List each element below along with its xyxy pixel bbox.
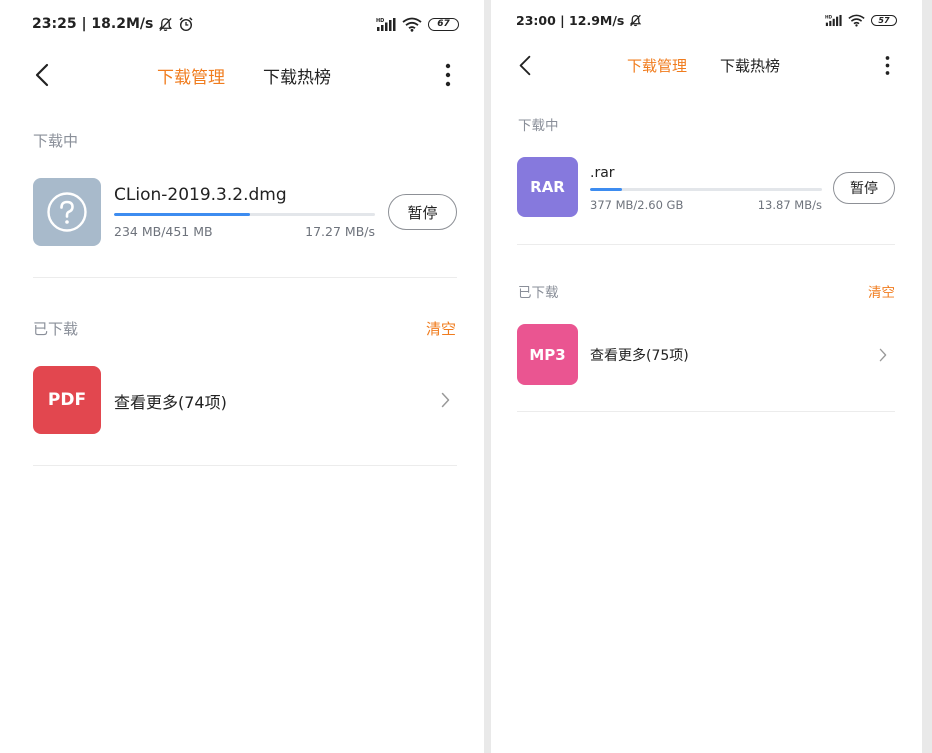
screenshot-pair: 23:25 | 18.2M/s HD 67 下载管理 下载热榜 下载中 CLio… (0, 0, 932, 753)
notification-off-icon (629, 14, 642, 27)
file-name: .rar (590, 165, 615, 181)
top-nav: 下载管理 下载热榜 (0, 52, 484, 98)
back-button[interactable] (28, 55, 56, 95)
divider (33, 277, 457, 278)
tab-download-ranking[interactable]: 下载热榜 (263, 63, 331, 88)
question-mark-icon (47, 192, 87, 232)
more-vertical-icon (445, 63, 451, 87)
rar-file-icon: RAR (517, 157, 578, 217)
notification-off-icon (158, 17, 173, 32)
view-more-label: 查看更多(75项) (590, 348, 689, 364)
status-time-speed: 23:25 | 18.2M/s (32, 16, 154, 32)
battery-level: 67 (437, 19, 450, 29)
section-downloaded-label: 已下载 (518, 285, 559, 301)
clear-button[interactable]: 清空 (426, 318, 456, 339)
view-more-downloaded-row[interactable]: MP3 查看更多(75项) (517, 324, 895, 385)
wifi-icon (402, 17, 422, 32)
chevron-left-icon (35, 63, 49, 87)
tab-download-manager[interactable]: 下载管理 (627, 55, 687, 76)
mp3-file-icon: MP3 (517, 324, 578, 385)
pause-button[interactable]: 暂停 (388, 194, 457, 230)
clear-button[interactable]: 清空 (868, 281, 895, 301)
downloading-item[interactable]: RAR .rar 377 MB/2.60 GB 13.87 MB/s 暂停 (517, 157, 895, 217)
download-size: 234 MB/451 MB (114, 224, 213, 239)
download-speed: 13.87 MB/s (757, 198, 822, 212)
battery-icon: 67 (428, 17, 459, 31)
download-speed: 17.27 MB/s (305, 224, 375, 239)
chevron-right-icon (439, 390, 451, 410)
hd-signal-icon: HD (376, 17, 396, 32)
divider (517, 244, 895, 245)
divider (517, 411, 895, 412)
hd-signal-icon: HD (825, 14, 842, 27)
download-progress-bar (590, 188, 822, 191)
section-downloaded-label: 已下载 (33, 320, 79, 338)
download-progress-bar (114, 213, 375, 216)
back-button[interactable] (513, 47, 537, 83)
view-more-downloaded-row[interactable]: PDF 查看更多(74项) (33, 366, 457, 434)
battery-level: 57 (878, 15, 890, 25)
status-bar: 23:00 | 12.9M/s HD 57 (491, 0, 922, 40)
chevron-left-icon (519, 55, 531, 75)
more-vertical-icon (885, 55, 889, 75)
more-options-button[interactable] (876, 47, 898, 83)
downloading-item[interactable]: CLion-2019.3.2.dmg 234 MB/451 MB 17.27 M… (33, 178, 457, 246)
status-bar: 23:25 | 18.2M/s HD 67 (0, 0, 484, 48)
view-more-label: 查看更多(74项) (114, 393, 227, 412)
file-thumbnail (33, 178, 101, 246)
svg-text:HD: HD (825, 14, 833, 20)
download-manager-screen-left: 23:25 | 18.2M/s HD 67 下载管理 下载热榜 下载中 CLio… (0, 0, 484, 753)
pdf-file-icon: PDF (33, 366, 101, 434)
tab-download-ranking[interactable]: 下载热榜 (720, 55, 780, 76)
tab-download-manager[interactable]: 下载管理 (157, 63, 225, 88)
download-progress-fill (590, 188, 623, 191)
section-downloading-label: 下载中 (518, 118, 559, 134)
file-name: CLion-2019.3.2.dmg (114, 185, 287, 205)
download-manager-screen-right: 23:00 | 12.9M/s HD 57 下载管理 下载热榜 下载中 RAR … (491, 0, 922, 753)
chevron-right-icon (877, 345, 889, 364)
svg-text:HD: HD (376, 18, 384, 24)
wifi-icon (848, 14, 865, 27)
divider (33, 465, 457, 466)
download-progress-fill (114, 213, 250, 216)
section-downloading-label: 下载中 (33, 132, 79, 150)
pause-button[interactable]: 暂停 (833, 172, 895, 204)
top-nav: 下载管理 下载热榜 (491, 45, 922, 85)
more-options-button[interactable] (436, 55, 460, 95)
battery-icon: 57 (871, 14, 897, 26)
alarm-clock-icon (178, 16, 194, 32)
status-time-speed: 23:00 | 12.9M/s (516, 12, 625, 28)
download-size: 377 MB/2.60 GB (590, 198, 684, 212)
